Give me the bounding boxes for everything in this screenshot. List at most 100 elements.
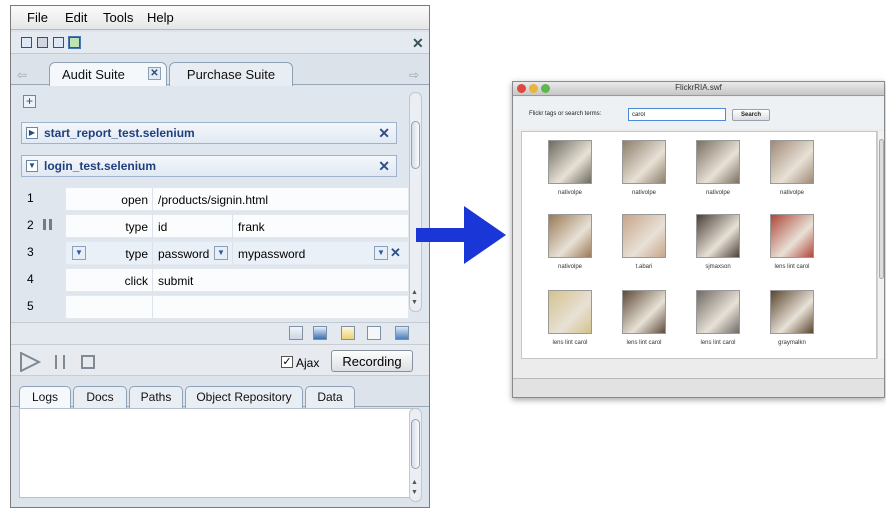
- breakpoint-pause-icon[interactable]: [43, 219, 52, 230]
- suite-row[interactable]: ▼ login_test.selenium ✕: [21, 155, 397, 177]
- command-target[interactable]: id: [158, 220, 167, 234]
- photo-item[interactable]: nativolpe: [528, 214, 608, 284]
- tab-docs[interactable]: Docs: [73, 386, 127, 408]
- export-icon[interactable]: [395, 326, 409, 340]
- tab-right-arrow-icon[interactable]: ⇨: [409, 68, 419, 82]
- import-icon[interactable]: [289, 326, 303, 340]
- photo-thumbnail[interactable]: [548, 290, 592, 334]
- play-icon[interactable]: [19, 352, 41, 372]
- scroll-thumb[interactable]: [879, 139, 884, 279]
- document-icon[interactable]: [367, 326, 381, 340]
- value-dropdown-icon[interactable]: ▼: [374, 246, 388, 260]
- photo-item[interactable]: t.abari: [602, 214, 682, 284]
- photo-item[interactable]: sjmaxson: [676, 214, 756, 284]
- tab-data[interactable]: Data: [305, 386, 355, 408]
- command-name[interactable]: type: [66, 220, 148, 234]
- scroll-thumb[interactable]: [411, 121, 420, 169]
- command-row[interactable]: 4 click submit: [21, 267, 409, 293]
- command-row[interactable]: 1 open /products/signin.html: [21, 186, 409, 212]
- tree-icon[interactable]: [68, 36, 81, 49]
- photo-item[interactable]: lens lint carol: [750, 214, 830, 284]
- photo-thumbnail[interactable]: [622, 214, 666, 258]
- photo-item[interactable]: nativolpe: [750, 140, 830, 210]
- ajax-label: Ajax: [296, 356, 320, 370]
- photo-thumbnail[interactable]: [696, 214, 740, 258]
- save-icon[interactable]: [313, 326, 327, 340]
- menu-edit[interactable]: Edit: [65, 10, 87, 25]
- photo-item[interactable]: nativolpe: [528, 140, 608, 210]
- stop-icon[interactable]: [81, 355, 95, 369]
- scroll-down-icon[interactable]: ▼: [411, 299, 418, 306]
- photo-item[interactable]: lens lint carol: [528, 290, 608, 360]
- tab-paths[interactable]: Paths: [129, 386, 183, 408]
- tab-close-icon[interactable]: ✕: [148, 67, 161, 80]
- close-icon[interactable]: ✕: [378, 158, 390, 175]
- close-icon[interactable]: ✕: [412, 36, 424, 50]
- scroll-up-icon[interactable]: ▲: [411, 289, 418, 296]
- add-suite-button[interactable]: +: [23, 95, 36, 108]
- command-value[interactable]: mypassword: [238, 247, 305, 261]
- expand-icon[interactable]: ▶: [26, 127, 38, 139]
- row-number: 3: [27, 245, 34, 259]
- photo-item[interactable]: nativolpe: [602, 140, 682, 210]
- tab-left-arrow-icon[interactable]: ⇦: [17, 68, 27, 82]
- photo-item[interactable]: lens lint carol: [676, 290, 756, 360]
- scroll-up-icon[interactable]: ▲: [411, 479, 418, 486]
- photo-thumbnail[interactable]: [548, 140, 592, 184]
- photo-thumbnail[interactable]: [622, 290, 666, 334]
- search-input[interactable]: [628, 108, 726, 121]
- layout-icon[interactable]: [53, 37, 64, 48]
- photo-item[interactable]: lens lint carol: [602, 290, 682, 360]
- photo-item[interactable]: graymalkn: [750, 290, 830, 360]
- screenshot-root: File Edit Tools Help ✕ ⇦ Audit Suite ✕ P…: [0, 0, 886, 510]
- log-panel[interactable]: [19, 408, 419, 498]
- ajax-checkbox[interactable]: ✓: [281, 356, 293, 368]
- command-value[interactable]: frank: [238, 220, 265, 234]
- recording-button[interactable]: Recording: [331, 350, 413, 372]
- menu-file[interactable]: File: [27, 10, 48, 25]
- tab-label: Audit Suite: [62, 67, 125, 82]
- command-name[interactable]: open: [66, 193, 148, 207]
- menu-tools[interactable]: Tools: [103, 10, 133, 25]
- pause-icon[interactable]: [55, 355, 65, 369]
- log-scrollbar[interactable]: ▲ ▼: [409, 408, 422, 502]
- target-dropdown-icon[interactable]: ▼: [214, 246, 228, 260]
- scroll-down-icon[interactable]: ▼: [411, 489, 418, 496]
- editor-toolbar: [11, 322, 429, 344]
- photo-thumbnail[interactable]: [696, 140, 740, 184]
- photo-thumbnail[interactable]: [622, 140, 666, 184]
- window-title: FlickrRIA.swf: [675, 83, 722, 92]
- window-icon[interactable]: [21, 37, 32, 48]
- command-name[interactable]: type: [66, 247, 148, 261]
- photo-thumbnail[interactable]: [770, 140, 814, 184]
- photo-item[interactable]: nativolpe: [676, 140, 756, 210]
- photo-caption: sjmaxson: [705, 264, 731, 270]
- suite-row[interactable]: ▶ start_report_test.selenium ✕: [21, 122, 397, 144]
- command-row[interactable]: 2 type id frank: [21, 213, 409, 239]
- photo-thumbnail[interactable]: [548, 214, 592, 258]
- menu-help[interactable]: Help: [147, 10, 174, 25]
- photo-thumbnail[interactable]: [696, 290, 740, 334]
- command-row[interactable]: 3 ▼ type password ▼ mypassword ▼ ✕: [21, 240, 409, 266]
- tab-logs[interactable]: Logs: [19, 386, 71, 408]
- photo-thumbnail[interactable]: [770, 214, 814, 258]
- command-target[interactable]: /products/signin.html: [158, 193, 268, 207]
- collapse-icon[interactable]: ▼: [26, 160, 38, 172]
- photo-caption: lens lint carol: [552, 340, 588, 346]
- tab-audit-suite[interactable]: Audit Suite ✕: [49, 62, 167, 86]
- scroll-thumb[interactable]: [411, 419, 420, 469]
- command-target[interactable]: password: [158, 247, 209, 261]
- command-row[interactable]: 5: [21, 294, 409, 320]
- grid-scrollbar[interactable]: [877, 131, 884, 359]
- folder-icon[interactable]: [341, 326, 355, 340]
- row-number: 2: [27, 218, 34, 232]
- delete-row-icon[interactable]: ✕: [390, 246, 401, 260]
- close-icon[interactable]: ✕: [378, 125, 390, 142]
- command-name[interactable]: click: [66, 274, 148, 288]
- tab-object-repository[interactable]: Object Repository: [185, 386, 303, 408]
- binoculars-icon[interactable]: [37, 37, 48, 48]
- photo-thumbnail[interactable]: [770, 290, 814, 334]
- command-target[interactable]: submit: [158, 274, 193, 288]
- tab-purchase-suite[interactable]: Purchase Suite: [169, 62, 293, 86]
- search-button[interactable]: Search: [732, 109, 770, 121]
